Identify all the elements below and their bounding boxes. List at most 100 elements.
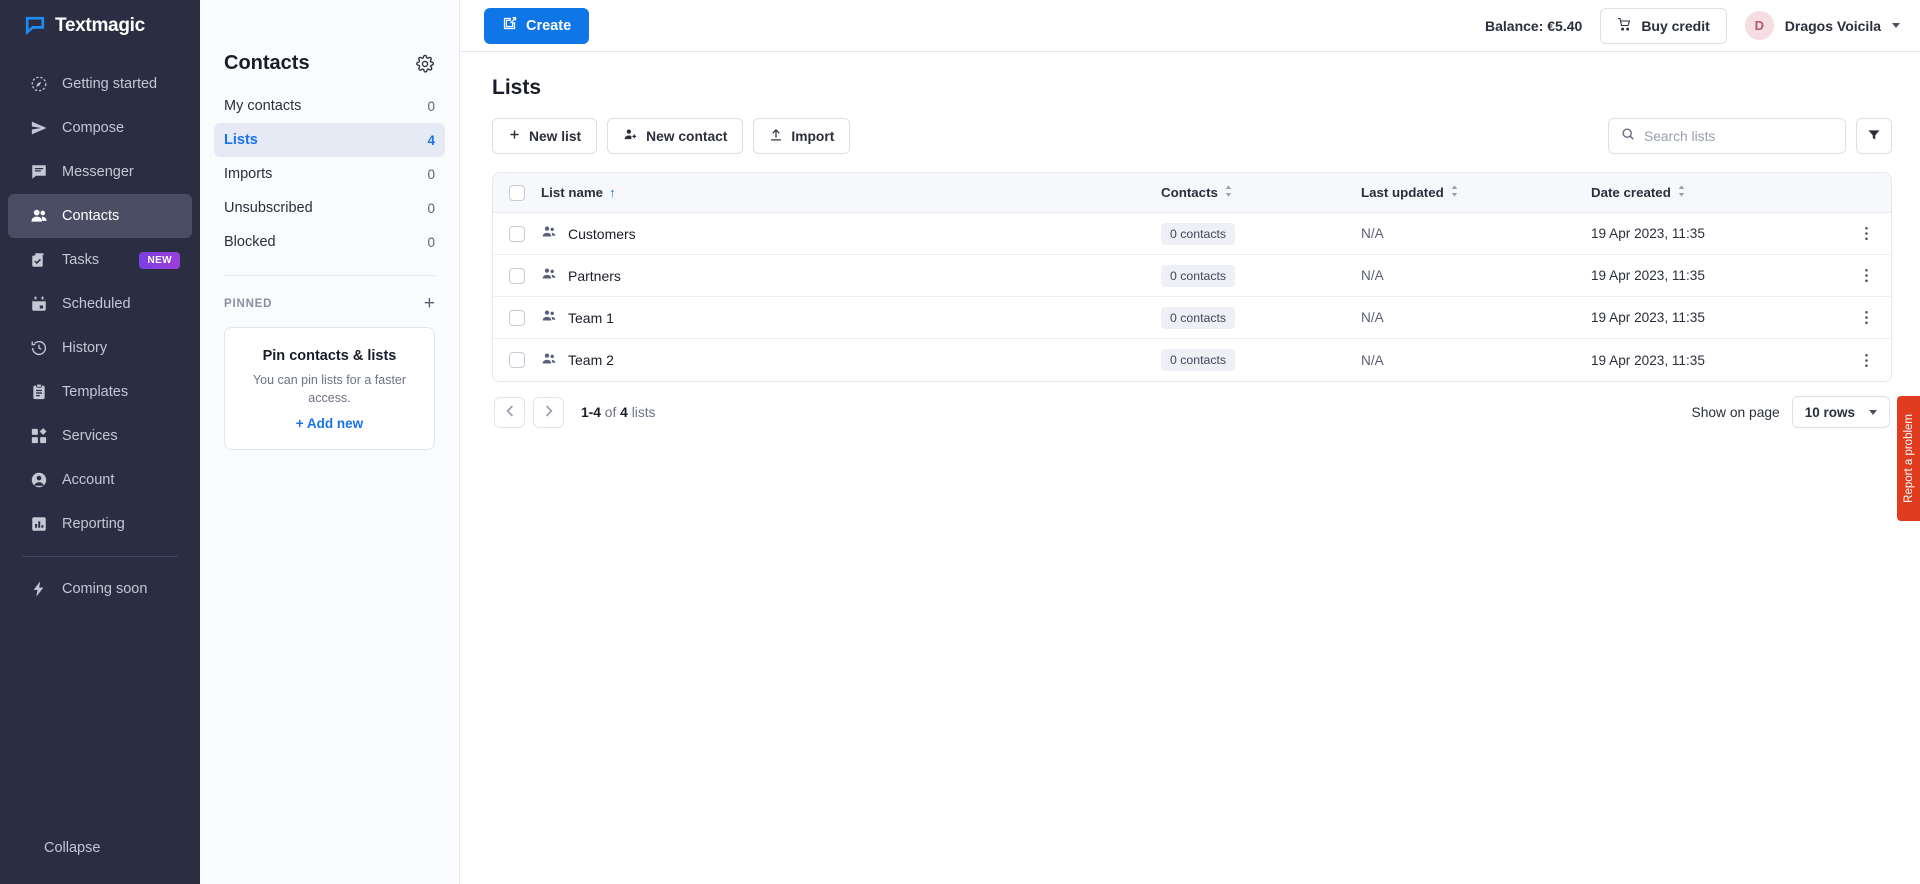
search-input[interactable] — [1644, 128, 1833, 144]
subnav-item-blocked[interactable]: Blocked 0 — [214, 225, 445, 259]
buy-credit-button[interactable]: Buy credit — [1600, 7, 1727, 44]
brand-logo[interactable]: Textmagic — [0, 0, 200, 52]
col-contacts-label: Contacts — [1161, 185, 1218, 200]
table-row[interactable]: Team 2 0 contacts N/A 19 Apr 2023, 11:35 — [493, 339, 1891, 381]
row-select-cell — [493, 309, 541, 326]
row-contacts-cell: 0 contacts — [1161, 264, 1361, 287]
sidebar-item-reporting[interactable]: Reporting — [8, 502, 192, 546]
col-date-created[interactable]: Date created — [1591, 185, 1841, 200]
user-circle-icon — [30, 471, 48, 489]
subnav-item-my-contacts[interactable]: My contacts 0 — [214, 89, 445, 123]
row-checkbox[interactable] — [509, 309, 525, 326]
user-menu[interactable]: D Dragos Voicila — [1744, 11, 1900, 40]
sidebar-item-label: Services — [62, 428, 118, 444]
list-name: Partners — [568, 267, 621, 284]
sidebar-item-contacts[interactable]: Contacts — [8, 194, 192, 238]
paper-plane-icon — [30, 119, 48, 137]
collapse-sidebar-button[interactable]: Collapse — [8, 826, 192, 871]
avatar: D — [1744, 11, 1774, 40]
subnav-item-count: 0 — [427, 234, 435, 250]
next-page-button[interactable] — [533, 396, 564, 428]
bar-chart-icon — [30, 515, 48, 533]
chevron-down-icon — [1869, 409, 1877, 415]
contacts-badge: 0 contacts — [1161, 222, 1236, 245]
subnav-item-imports[interactable]: Imports 0 — [214, 157, 445, 191]
filter-button[interactable] — [1856, 118, 1892, 154]
report-problem-label: Report a problem — [1902, 414, 1915, 503]
subnav-title: Contacts — [224, 52, 310, 74]
sidebar-item-history[interactable]: History — [8, 326, 192, 370]
pinned-add-new-link[interactable]: + Add new — [239, 416, 420, 431]
new-contact-label: New contact — [646, 128, 728, 144]
brand-name: Textmagic — [55, 15, 145, 36]
contacts-badge: 0 contacts — [1161, 349, 1236, 371]
gear-icon[interactable] — [415, 54, 435, 74]
sidebar-item-account[interactable]: Account — [8, 458, 192, 502]
report-problem-tab[interactable]: Report a problem — [1897, 396, 1920, 521]
textmagic-logo-icon — [24, 15, 46, 37]
row-actions-menu[interactable] — [1841, 310, 1891, 325]
cart-icon — [1617, 17, 1632, 35]
row-name-cell: Team 1 — [541, 308, 1161, 327]
sidebar-item-tasks[interactable]: Tasks NEW — [8, 238, 192, 282]
pinned-section-label: PINNED — [224, 297, 273, 310]
people-icon — [541, 224, 557, 243]
subnav-item-unsubscribed[interactable]: Unsubscribed 0 — [214, 191, 445, 225]
row-actions-menu[interactable] — [1841, 268, 1891, 283]
new-contact-button[interactable]: New contact — [607, 118, 744, 154]
list-name: Customers — [568, 225, 636, 242]
subnav-item-lists[interactable]: Lists 4 — [214, 123, 445, 157]
clock-history-icon — [30, 339, 48, 357]
collapse-label: Collapse — [44, 840, 101, 856]
row-name-cell: Team 2 — [541, 351, 1161, 370]
create-button-label: Create — [526, 17, 572, 34]
row-name-cell: Customers — [541, 224, 1161, 243]
row-actions-menu[interactable] — [1841, 353, 1891, 368]
import-button[interactable]: Import — [753, 118, 851, 154]
row-checkbox[interactable] — [509, 267, 525, 284]
subnav-item-count: 4 — [427, 132, 435, 148]
col-contacts[interactable]: Contacts — [1161, 185, 1361, 200]
sidebar-item-label: Scheduled — [62, 296, 131, 312]
row-contacts-cell: 0 contacts — [1161, 349, 1361, 371]
row-date-created-cell: 19 Apr 2023, 11:35 — [1591, 226, 1705, 241]
list-name: Team 2 — [568, 352, 614, 368]
search-box[interactable] — [1608, 118, 1846, 154]
sidebar-item-getting-started[interactable]: Getting started — [8, 62, 192, 106]
col-date-created-label: Date created — [1591, 185, 1671, 200]
lists-table: List name ↑ Contacts Last updated Date cr… — [492, 172, 1892, 382]
col-list-name[interactable]: List name ↑ — [541, 185, 1161, 200]
plus-icon[interactable]: + — [424, 294, 435, 313]
subnav-item-label: Unsubscribed — [224, 200, 313, 216]
content-toolbar: New list New contact Import — [492, 118, 1892, 154]
sidebar-item-coming-soon[interactable]: Coming soon — [8, 567, 192, 611]
subnav-item-count: 0 — [427, 166, 435, 182]
col-last-updated[interactable]: Last updated — [1361, 185, 1591, 200]
tasks-new-badge: NEW — [139, 251, 180, 269]
rows-per-page-select[interactable]: 10 rows — [1791, 396, 1890, 428]
list-name: Team 1 — [568, 309, 614, 326]
sidebar-item-scheduled[interactable]: Scheduled — [8, 282, 192, 326]
table-row[interactable]: Customers 0 contacts N/A 19 Apr 2023, 11… — [493, 213, 1891, 255]
sidebar-item-compose[interactable]: Compose — [8, 106, 192, 150]
sidebar-item-templates[interactable]: Templates — [8, 370, 192, 414]
subnav-header: Contacts — [224, 0, 435, 89]
sidebar-item-label: History — [62, 340, 108, 356]
subnav-item-label: My contacts — [224, 98, 302, 114]
search-icon — [1621, 127, 1635, 146]
row-actions-menu[interactable] — [1841, 226, 1891, 241]
new-list-button[interactable]: New list — [492, 118, 598, 154]
select-all-checkbox[interactable] — [509, 184, 525, 201]
row-checkbox[interactable] — [509, 225, 525, 242]
main-area: Create Balance: €5.40 Buy credit D Drago… — [460, 0, 1920, 884]
table-row[interactable]: Team 1 0 contacts N/A 19 Apr 2023, 11:35 — [493, 297, 1891, 339]
sidebar-item-services[interactable]: Services — [8, 414, 192, 458]
table-row[interactable]: Partners 0 contacts N/A 19 Apr 2023, 11:… — [493, 255, 1891, 297]
rows-per-page-value: 10 rows — [1804, 404, 1855, 420]
sort-icon — [1677, 185, 1686, 200]
create-button[interactable]: Create — [484, 7, 590, 44]
prev-page-button[interactable] — [494, 396, 525, 428]
compose-pencil-icon — [502, 16, 517, 35]
sidebar-item-messenger[interactable]: Messenger — [8, 150, 192, 194]
row-checkbox[interactable] — [509, 352, 525, 368]
